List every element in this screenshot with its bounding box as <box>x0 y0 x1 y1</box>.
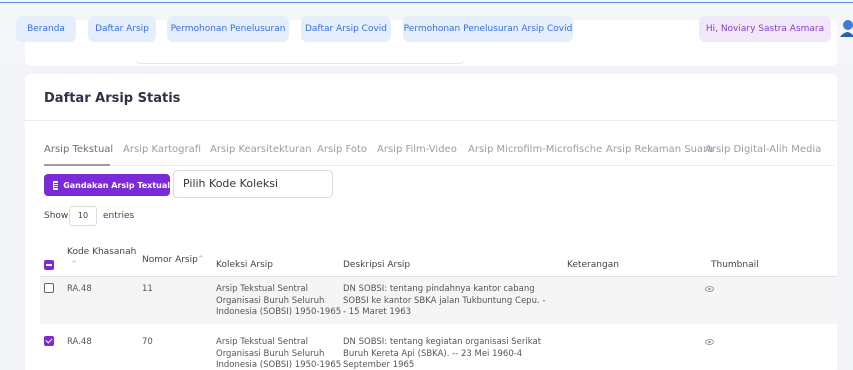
show-label: Show <box>44 211 69 221</box>
tab-arsip-kartografi[interactable]: Arsip Kartografi <box>123 144 201 155</box>
navbar-top-border <box>0 2 853 3</box>
nav-tab-permohonan-penelusuran[interactable]: Permohonan Penelusuran <box>167 16 289 42</box>
tab-arsip-tekstual[interactable]: Arsip Tekstual <box>44 144 113 155</box>
cell-line: DN SOBSI: tentang kegiatan organisasi Se… <box>343 337 542 347</box>
nav-tab-permohonan-penelusuran-arsip-covid[interactable]: Permohonan Penelusuran Arsip Covid <box>403 16 573 42</box>
eye-icon[interactable] <box>705 339 714 345</box>
page-length-select[interactable]: 10 <box>69 206 97 226</box>
cell-line: Indonesia (SOBSI) 1950-1965 <box>216 360 342 370</box>
active-tab-indicator <box>44 164 110 166</box>
cell-nomor-arsip: 70 <box>142 337 153 347</box>
tab-arsip-microfilm[interactable]: Arsip Microfilm-Microfische <box>468 144 602 155</box>
download-textual-archive-button[interactable]: Gandakan Arsip Textual <box>44 174 170 196</box>
th-nomor-arsip[interactable]: Nomor Arsip <box>142 255 198 265</box>
cell-koleksi-arsip: Arsip Tekstual Sentral Organisasi Buruh … <box>216 284 341 319</box>
cell-line: Arsip Tekstual Sentral <box>216 284 308 294</box>
th-keterangan[interactable]: Keterangan <box>567 260 619 270</box>
tab-arsip-kearsitekturan[interactable]: Arsip Kearsitekturan <box>210 144 312 155</box>
tab-arsip-rekaman-suara[interactable]: Arsip Rekaman Suara <box>606 144 713 155</box>
select-all-checkbox[interactable] <box>44 260 54 270</box>
th-koleksi-arsip[interactable]: Koleksi Arsip <box>216 260 273 270</box>
cell-line: Buruh Kereta Api (SBKA). -- 23 Mei 1960-… <box>343 348 523 359</box>
nav-tab-beranda[interactable]: Beranda <box>16 16 76 42</box>
page-title: Daftar Arsip Statis <box>44 91 181 106</box>
cell-nomor-arsip: 11 <box>142 284 153 294</box>
cell-kode-khasanah: RA.48 <box>67 337 92 347</box>
card-divider <box>25 120 837 121</box>
entries-label: entries <box>103 211 135 221</box>
cell-line: Indonesia (SOBSI) 1950-1965 <box>216 307 342 317</box>
tab-arsip-film-video[interactable]: Arsip Film-Video <box>377 144 457 155</box>
user-greeting[interactable]: Hi, Noviary Sastra Asmara <box>699 16 831 42</box>
row-checkbox[interactable] <box>44 283 54 293</box>
cell-deskripsi-arsip: DN SOBSI: tentang kegiatan organisasi Se… <box>343 337 541 370</box>
nav-tab-daftar-arsip-covid[interactable]: Daftar Arsip Covid <box>301 16 391 42</box>
cell-deskripsi-arsip: DN SOBSI: tentang pindahnya kantor caban… <box>343 284 545 319</box>
th-deskripsi-arsip[interactable]: Deskripsi Arsip <box>343 260 410 270</box>
cell-line: SOBSI ke kantor SBKA jalan Tukbuntung Ce… <box>343 295 546 306</box>
cell-kode-khasanah: RA.48 <box>67 284 92 294</box>
top-navbar: Beranda Daftar Arsip Permohonan Penelusu… <box>0 0 853 66</box>
tab-arsip-foto[interactable]: Arsip Foto <box>317 144 367 155</box>
cell-koleksi-arsip: Arsip Tekstual Sentral Organisasi Buruh … <box>216 337 341 370</box>
tab-arsip-digital-alih-media[interactable]: Arsip Digital-Alih Media <box>705 144 821 155</box>
cell-line: Organisasi Buruh Seluruh <box>216 295 325 306</box>
cell-line: September 1965 <box>343 360 415 370</box>
cell-line: DN SOBSI: tentang pindahnya kantor caban… <box>343 284 535 294</box>
document-icon <box>53 180 60 190</box>
tabs-underline <box>44 165 834 166</box>
th-thumbnail[interactable]: Thumbnail <box>711 260 759 270</box>
user-avatar-icon[interactable] <box>840 19 853 37</box>
sort-icon[interactable]: ^ <box>71 260 77 268</box>
collection-code-select[interactable]: Pilih Kode Koleksi <box>173 170 333 198</box>
eye-icon[interactable] <box>705 286 714 292</box>
sort-icon[interactable]: ^ <box>198 255 204 263</box>
nav-tab-daftar-arsip[interactable]: Daftar Arsip <box>88 16 156 42</box>
cell-line: Arsip Tekstual Sentral <box>216 337 308 347</box>
cell-line: Organisasi Buruh Seluruh <box>216 348 325 359</box>
archive-list-card: Daftar Arsip Statis Arsip Tekstual Arsip… <box>25 74 837 370</box>
filter-input[interactable] <box>135 44 465 64</box>
cell-line: - 15 Maret 1963 <box>343 307 412 317</box>
th-kode-khasanah[interactable]: Kode Khasanah <box>67 247 136 257</box>
download-button-label: Gandakan Arsip Textual <box>63 180 170 190</box>
row-checkbox[interactable] <box>44 336 54 346</box>
